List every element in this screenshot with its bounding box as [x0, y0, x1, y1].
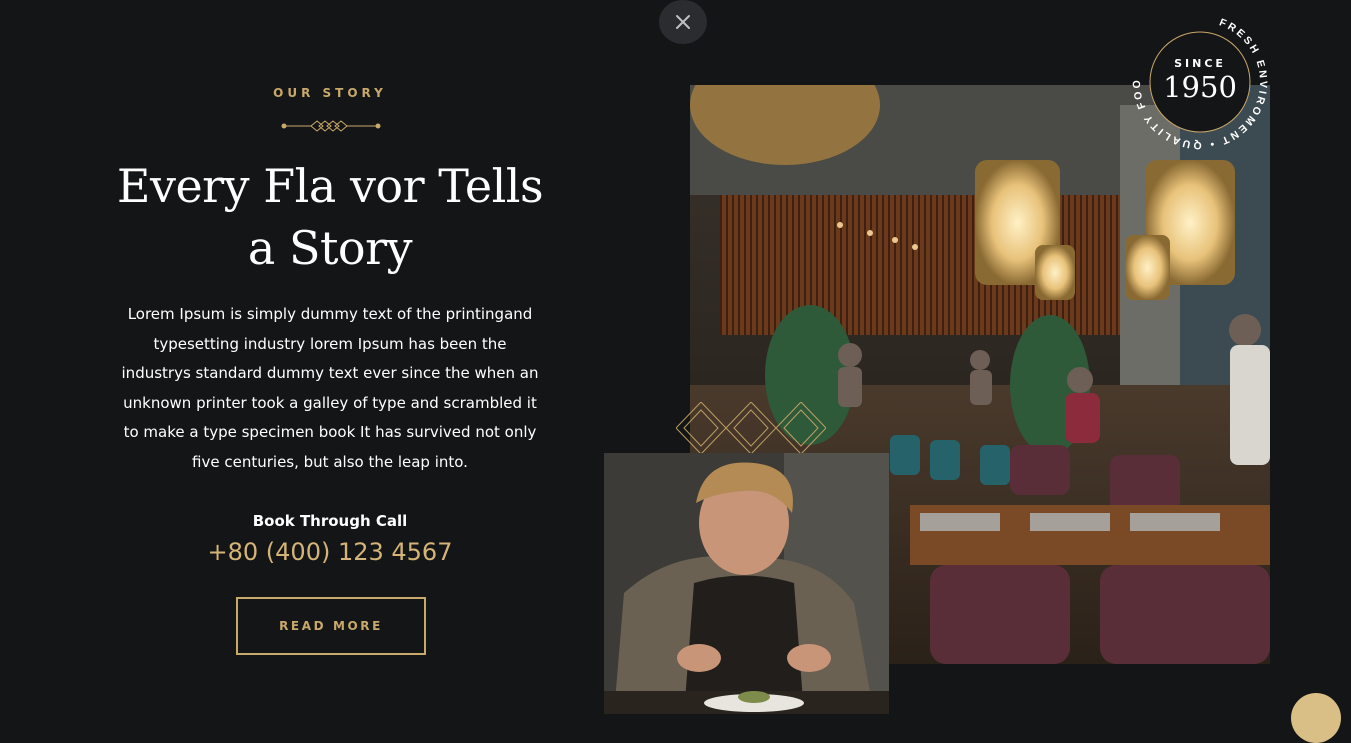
floating-chat-button[interactable]: [1291, 693, 1341, 743]
phone-number-link[interactable]: +80 (400) 123 4567: [100, 538, 560, 566]
story-paragraph: Lorem Ipsum is simply dummy text of the …: [121, 305, 539, 471]
read-more-button[interactable]: READ MORE: [236, 597, 426, 655]
badge-since-label: SINCE: [1174, 57, 1226, 70]
close-button[interactable]: [659, 0, 707, 44]
book-label: Book Through Call: [252, 512, 408, 530]
divider-ornament-icon: [281, 120, 381, 132]
badge-year: 1950: [1163, 70, 1237, 104]
diamond-pattern-icon: [676, 402, 826, 454]
section-eyebrow: OUR STORY: [273, 86, 387, 100]
page-title: Every Fla vor Tells a Story: [116, 159, 544, 275]
close-icon: [676, 15, 690, 29]
chef-plating-image: [604, 453, 889, 714]
since-badge: FRESH ENVIROMENT • QUALITY FOOD • SINCE …: [1125, 3, 1270, 152]
